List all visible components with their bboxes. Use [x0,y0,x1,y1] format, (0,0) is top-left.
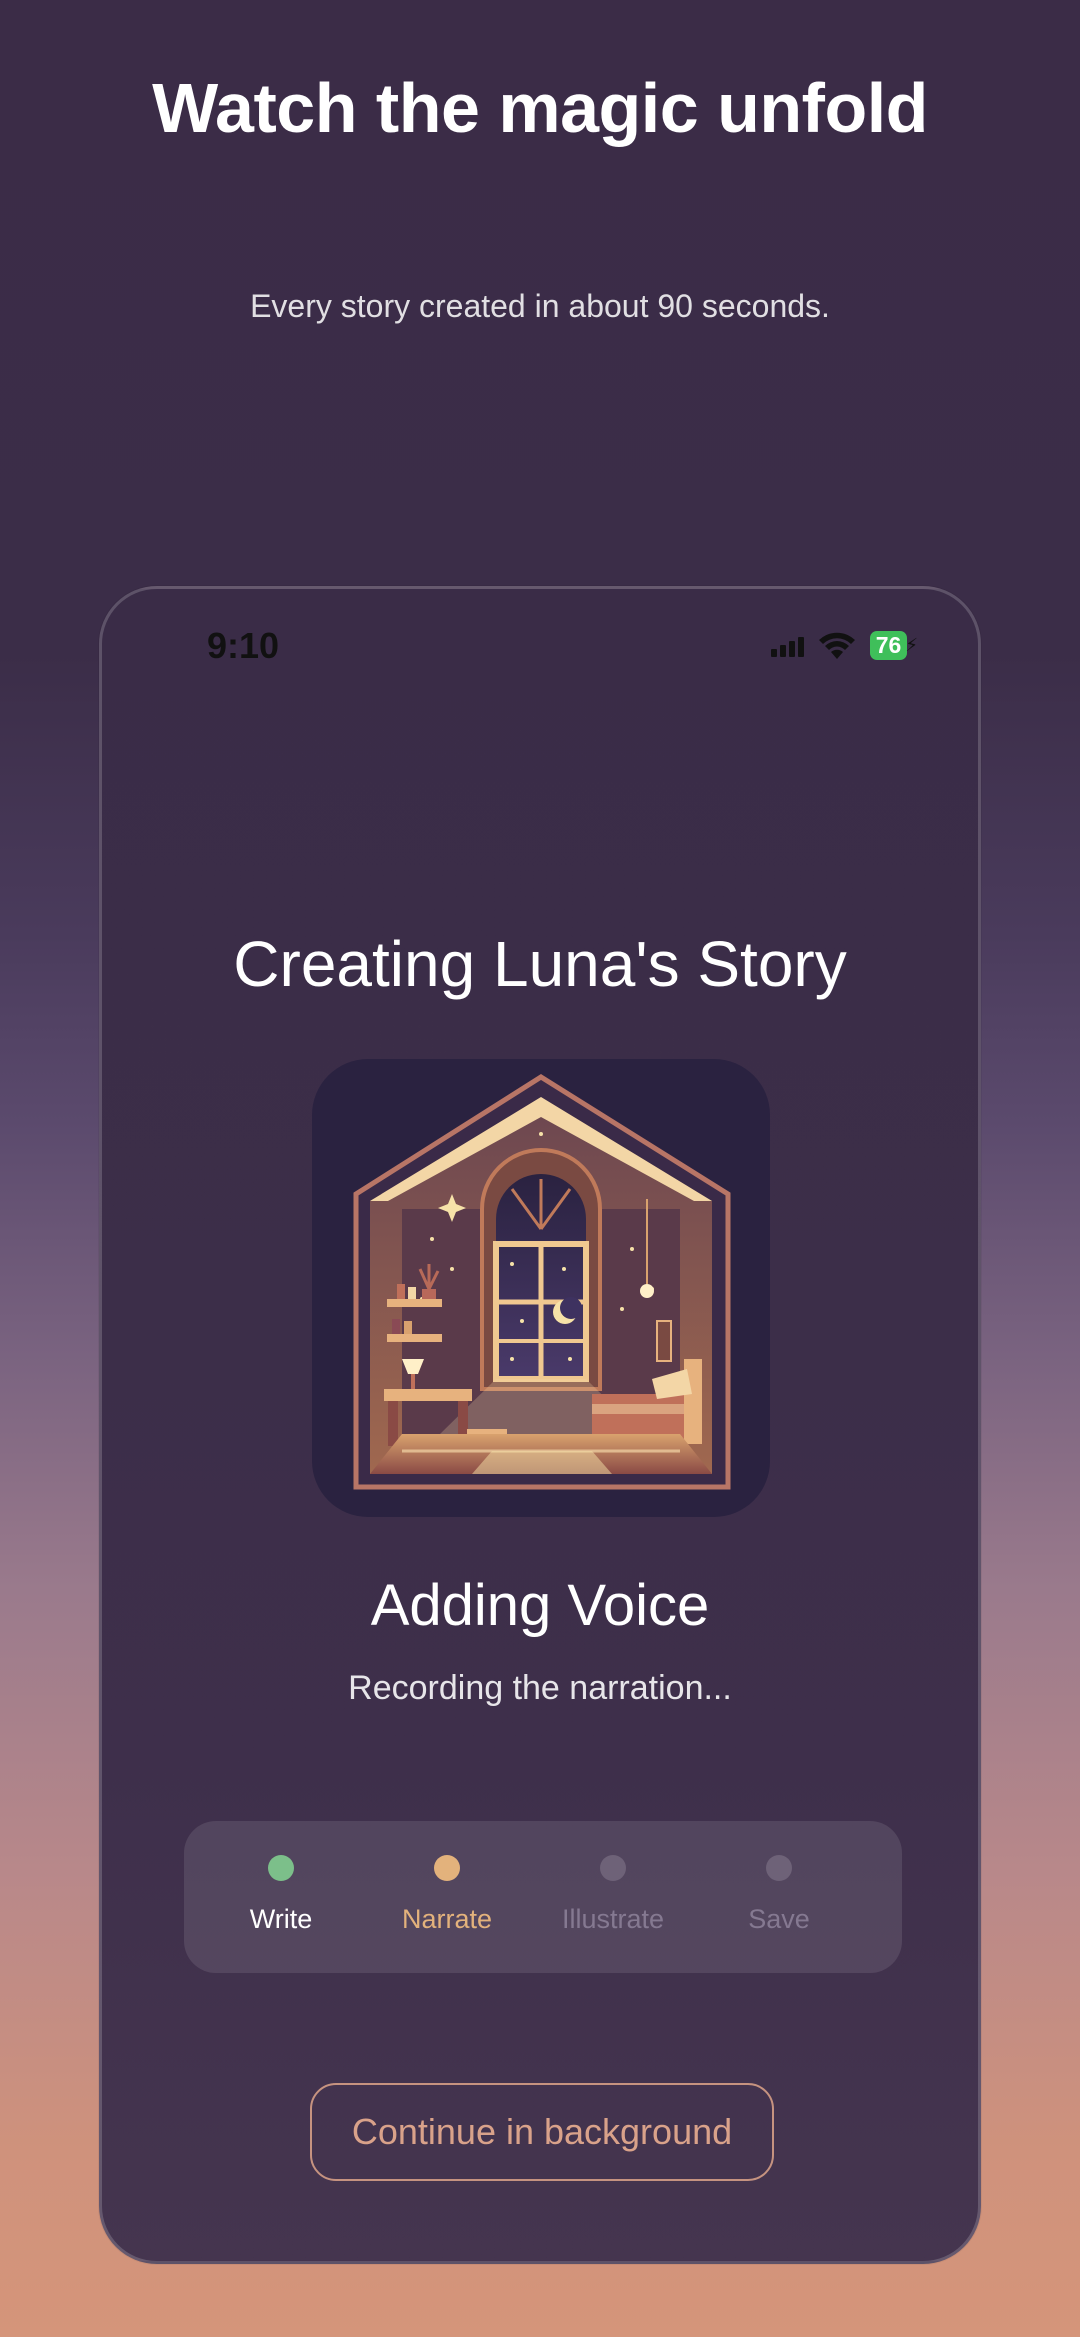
step-save-indicator [766,1855,792,1881]
step-write-indicator [268,1855,294,1881]
current-step-description: Recording the narration... [348,1669,732,1707]
step-save: Save [696,1821,862,1973]
step-save-label: Save [748,1904,810,1934]
battery-level: 76 [869,631,908,660]
phone-mockup: 9:10 76 ⚡ Creating Luna's Story Adding V… [99,586,981,2264]
status-icons: 76 ⚡ [770,631,918,660]
battery-charging-icon: 76 ⚡ [869,631,918,660]
subheadline: Every story created in about 90 seconds. [250,288,830,324]
step-write: Write [198,1821,364,1973]
status-time: 9:10 [207,625,280,666]
continue-in-background-button[interactable]: Continue in background [310,2083,774,2181]
step-narrate: Narrate [364,1821,530,1973]
charging-bolt-icon: ⚡ [905,635,918,655]
headline: Watch the magic unfold [152,69,928,147]
step-illustrate-indicator [600,1855,626,1881]
step-narrate-indicator [434,1855,460,1881]
current-step-title: Adding Voice [370,1573,710,1638]
progress-steps: Write Narrate Illustrate Save [184,1821,902,1973]
creating-title: Creating Luna's Story [233,928,847,1000]
cellular-signal-icon [770,635,804,657]
step-write-label: Write [249,1904,313,1934]
step-illustrate: Illustrate [530,1821,696,1973]
cozy-bedroom-illustration [312,1059,770,1517]
step-narrate-label: Narrate [401,1904,493,1934]
step-illustrate-label: Illustrate [561,1904,665,1934]
wifi-icon [818,632,855,659]
